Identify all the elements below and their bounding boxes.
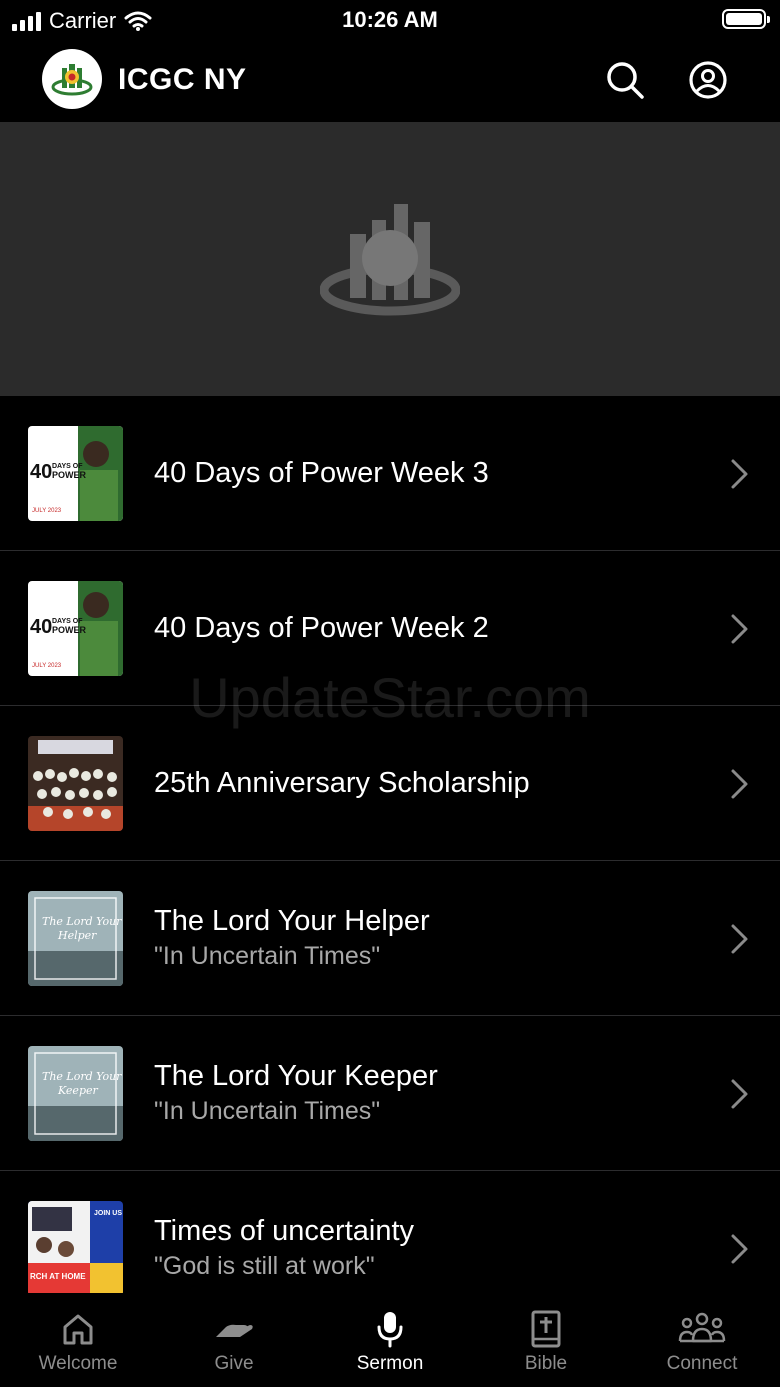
- sermon-title: Times of uncertainty: [154, 1215, 415, 1247]
- svg-text:The Lord Your: The Lord Your: [42, 915, 122, 928]
- church-logo: [42, 49, 102, 109]
- chevron-right-icon: [731, 614, 748, 644]
- sermon-text: 25th Anniversary Scholarship: [154, 706, 690, 860]
- svg-text:DAYS OF: DAYS OF: [52, 618, 83, 625]
- sermon-text: The Lord Your Keeper "In Uncertain Times…: [154, 1016, 690, 1170]
- sermon-thumbnail: RCH AT HOME JOIN US: [28, 1201, 123, 1296]
- svg-text:JULY 2023: JULY 2023: [32, 663, 62, 669]
- sermon-title: 25th Anniversary Scholarship: [154, 767, 530, 799]
- profile-button[interactable]: [686, 58, 730, 102]
- tab-label: Welcome: [38, 1353, 118, 1374]
- tab-label: Connect: [666, 1353, 738, 1374]
- church-placeholder-logo: [320, 203, 460, 315]
- tab-label: Sermon: [356, 1353, 424, 1374]
- sermon-subtitle: "In Uncertain Times": [154, 942, 381, 970]
- sermon-text: 40 Days of Power Week 3: [154, 396, 690, 550]
- sermon-title: The Lord Your Helper: [154, 905, 430, 937]
- tab-label: Give: [214, 1353, 254, 1374]
- sermon-thumbnail: [28, 736, 123, 831]
- svg-text:40: 40: [30, 461, 52, 483]
- chevron-right-icon: [731, 459, 748, 489]
- sermon-text: The Lord Your Helper "In Uncertain Times…: [154, 861, 690, 1015]
- home-icon: [63, 1314, 93, 1345]
- svg-text:POWER: POWER: [52, 625, 87, 635]
- status-time: 10:26 AM: [342, 7, 438, 32]
- chevron-right-icon: [731, 1234, 748, 1264]
- sermon-thumbnail: 40 DAYS OF POWER JULY 2023: [28, 581, 123, 676]
- church-logo-icon: [51, 64, 93, 96]
- tab-welcome[interactable]: Welcome: [0, 1293, 156, 1387]
- app-title: ICGC NY: [118, 63, 247, 96]
- chevron-right-icon: [731, 924, 748, 954]
- tab-sermon[interactable]: Sermon: [312, 1293, 468, 1387]
- search-button[interactable]: [603, 58, 647, 102]
- sermon-thumbnail: 40 DAYS OF POWER JULY 2023: [28, 426, 123, 521]
- battery-icon: [722, 9, 770, 29]
- svg-text:The Lord Your: The Lord Your: [42, 1070, 122, 1083]
- svg-text:RCH AT HOME: RCH AT HOME: [30, 1272, 86, 1281]
- chevron-right-icon: [731, 769, 748, 799]
- tab-give[interactable]: Give: [156, 1293, 312, 1387]
- sermon-title: 40 Days of Power Week 2: [154, 612, 489, 644]
- list-item[interactable]: The Lord Your Keeper The Lord Your Keepe…: [0, 1016, 780, 1171]
- svg-text:DAYS OF: DAYS OF: [52, 463, 83, 470]
- sermon-thumbnail: The Lord Your Helper: [28, 891, 123, 986]
- list-item[interactable]: 40 DAYS OF POWER JULY 2023 40 Days of Po…: [0, 396, 780, 551]
- microphone-icon: [377, 1312, 403, 1348]
- svg-text:JOIN US: JOIN US: [94, 1210, 122, 1217]
- svg-text:POWER: POWER: [52, 470, 87, 480]
- list-item[interactable]: 40 DAYS OF POWER JULY 2023 40 Days of Po…: [0, 551, 780, 706]
- tab-bible[interactable]: Bible: [468, 1293, 624, 1387]
- search-icon: [607, 62, 644, 99]
- tab-label: Bible: [524, 1353, 568, 1374]
- bible-icon: [531, 1310, 561, 1348]
- svg-text:40: 40: [30, 616, 52, 638]
- tab-connect[interactable]: Connect: [624, 1293, 780, 1387]
- sermon-title: The Lord Your Keeper: [154, 1060, 438, 1092]
- chevron-right-icon: [731, 1079, 748, 1109]
- list-item[interactable]: The Lord Your Helper The Lord Your Helpe…: [0, 861, 780, 1016]
- list-item[interactable]: 25th Anniversary Scholarship: [0, 706, 780, 861]
- svg-text:Helper: Helper: [57, 929, 97, 942]
- user-circle-icon: [689, 61, 727, 99]
- tab-bar: Welcome Give Sermon Bible Connect: [0, 1293, 780, 1387]
- give-hand-icon: [216, 1324, 253, 1337]
- people-group-icon: [678, 1312, 726, 1343]
- sermon-thumbnail: The Lord Your Keeper: [28, 1046, 123, 1141]
- sermon-subtitle: "God is still at work": [154, 1252, 375, 1280]
- hero-banner: [0, 122, 780, 396]
- sermon-text: 40 Days of Power Week 2: [154, 551, 690, 705]
- svg-text:Keeper: Keeper: [57, 1084, 98, 1097]
- sermon-title: 40 Days of Power Week 3: [154, 457, 489, 489]
- app-header: ICGC NY: [0, 44, 780, 122]
- svg-text:JULY 2023: JULY 2023: [32, 508, 62, 514]
- status-bar: Carrier 10:26 AM: [0, 0, 780, 44]
- sermon-list: 40 DAYS OF POWER JULY 2023 40 Days of Po…: [0, 396, 780, 1326]
- sermon-subtitle: "In Uncertain Times": [154, 1097, 381, 1125]
